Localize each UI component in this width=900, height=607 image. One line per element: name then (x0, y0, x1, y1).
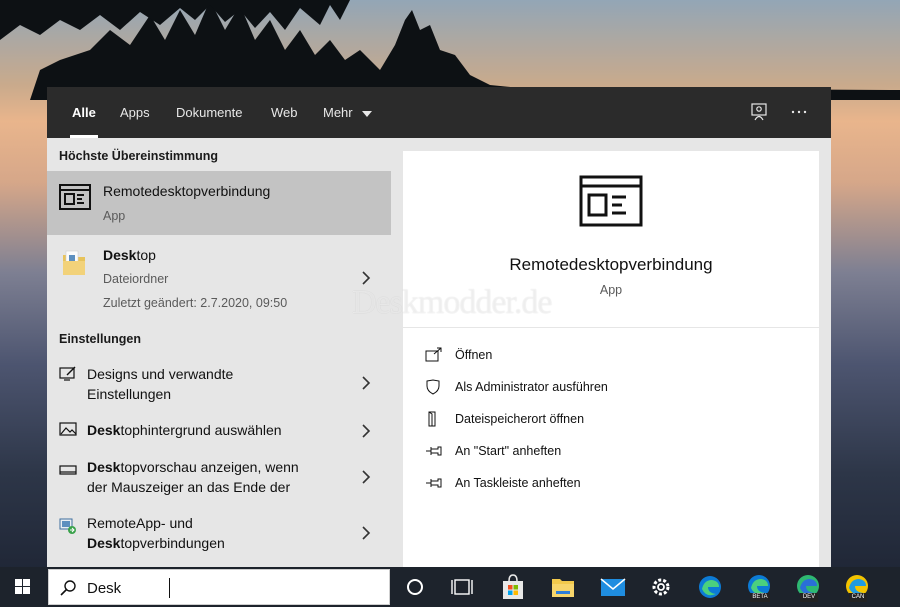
chevron-right-icon[interactable] (359, 470, 373, 484)
shield-icon (426, 379, 440, 395)
desktop-folder-item[interactable]: Desktop Dateiordner Zuletzt geändert: 2.… (47, 235, 391, 315)
settings-item-peek-label: Desktopvorschau anzeigen, wenn der Mausz… (87, 457, 337, 497)
action-open-file-location-label: Dateispeicherort öffnen (455, 412, 585, 426)
desktop-folder-title: Desktop (103, 247, 156, 263)
desktop-folder-type: Dateiordner (103, 272, 169, 286)
taskbar: BETA DEV CAN (0, 567, 900, 607)
open-icon (425, 347, 442, 362)
edge-dev-app[interactable]: DEV (792, 571, 824, 603)
tab-mehr[interactable]: Mehr (323, 87, 373, 138)
action-pin-to-taskbar-label: An Taskleiste anheften (455, 476, 581, 490)
remote-desktop-icon (579, 175, 643, 227)
preview-pane: Remotedesktopverbindung App Öffnen Als A… (403, 151, 819, 567)
best-match-heading: Höchste Übereinstimmung (59, 149, 219, 163)
settings-heading: Einstellungen (59, 332, 141, 346)
settings-item-designs-line1: Designs und verwandte (87, 366, 234, 382)
action-pin-to-start-label: An "Start" anheften (455, 444, 562, 458)
chevron-down-icon (362, 110, 373, 117)
edge-beta-app[interactable]: BETA (743, 571, 775, 603)
text-caret (169, 578, 170, 598)
settings-item-remoteapp-rest: topverbindungen (120, 535, 225, 551)
preview-subtitle: App (599, 283, 623, 297)
settings-item-remoteapp[interactable]: RemoteApp- und Desktopverbindungen (47, 508, 391, 560)
tab-mehr-label: Mehr (323, 105, 353, 120)
file-location-icon (428, 411, 436, 427)
folder-icon (63, 250, 85, 275)
settings-item-peek-rest: topvorschau anzeigen, wenn (120, 459, 299, 475)
mail-icon[interactable] (597, 571, 629, 603)
action-run-as-admin-label: Als Administrator ausführen (455, 380, 608, 394)
store-icon[interactable] (497, 571, 529, 603)
pin-icon (426, 446, 442, 456)
chevron-right-icon[interactable] (359, 424, 373, 438)
tab-alle[interactable]: Alle (70, 87, 98, 138)
task-view-icon[interactable] (446, 571, 478, 603)
tab-apps[interactable]: Apps (120, 87, 150, 138)
feedback-icon[interactable] (749, 102, 769, 122)
best-match-title: Remotedesktopverbindung (103, 183, 271, 199)
desktop-folder-modified: Zuletzt geändert: 2.7.2020, 09:50 (103, 296, 288, 310)
desktop-folder-title-match: Desk (103, 247, 137, 263)
edge-beta-badge: BETA (750, 593, 770, 602)
settings-item-designs-label: Designs und verwandte Einstellungen (87, 364, 337, 404)
desktop-folder-title-rest: top (136, 247, 156, 263)
settings-item-peek[interactable]: Desktopvorschau anzeigen, wenn der Mausz… (47, 452, 391, 504)
settings-item-peek-line1: Desktopvorschau anzeigen, wenn (87, 457, 337, 477)
best-match-item[interactable]: Remotedesktopverbindung App (47, 171, 391, 235)
edge-dev-badge: DEV (800, 593, 818, 602)
edge-canary-app[interactable]: CAN (841, 571, 873, 603)
divider (403, 327, 819, 328)
personalize-icon (59, 366, 76, 381)
search-icon (60, 580, 76, 596)
chevron-right-icon[interactable] (359, 376, 373, 390)
settings-icon[interactable] (645, 571, 677, 603)
settings-item-designs[interactable]: Designs und verwandte Einstellungen (47, 356, 391, 408)
settings-item-background[interactable]: Desktophintergrund auswählen (47, 412, 391, 448)
more-options-icon[interactable] (789, 102, 809, 122)
settings-item-remoteapp-line1: RemoteApp- und (87, 515, 193, 531)
edge-icon[interactable] (694, 571, 726, 603)
settings-item-remoteapp-match: Desk (87, 535, 121, 551)
settings-item-background-match: Desk (87, 422, 121, 438)
results-list: Höchste Übereinstimmung Remotedesktopver… (47, 138, 391, 567)
edge-canary-badge: CAN (849, 593, 867, 602)
settings-item-background-label: Desktophintergrund auswählen (87, 420, 337, 440)
settings-item-designs-line2: Einstellungen (87, 386, 172, 402)
settings-item-background-rest: tophintergrund auswählen (120, 422, 282, 438)
search-tabs-bar: Alle Apps Dokumente Web Mehr (47, 87, 831, 138)
desktop-wallpaper-trees (0, 0, 900, 100)
cortana-icon[interactable] (399, 571, 431, 603)
tab-web[interactable]: Web (271, 87, 298, 138)
settings-item-peek-line2: der Mauszeiger an das Ende der (87, 479, 291, 495)
windows-start-icon[interactable] (0, 567, 47, 607)
action-open-label: Öffnen (455, 348, 493, 362)
best-match-subtitle: App (103, 209, 126, 223)
picture-icon (59, 422, 77, 436)
preview-title: Remotedesktopverbindung (509, 255, 713, 274)
remote-desktop-icon (59, 184, 91, 210)
settings-item-peek-match: Desk (87, 459, 121, 475)
chevron-right-icon[interactable] (359, 271, 373, 285)
tab-dokumente[interactable]: Dokumente (176, 87, 242, 138)
settings-item-remoteapp-line2: Desktopverbindungen (87, 533, 337, 553)
taskbar-search[interactable] (48, 569, 390, 605)
settings-item-remoteapp-label: RemoteApp- und Desktopverbindungen (87, 513, 337, 553)
chevron-right-icon[interactable] (359, 526, 373, 540)
pin-icon (426, 478, 442, 488)
search-panel: Alle Apps Dokumente Web Mehr Höchste Übe… (47, 87, 831, 567)
remoteapp-icon (59, 518, 76, 534)
search-input[interactable] (87, 576, 377, 600)
taskbar-icon (59, 465, 77, 475)
file-explorer-icon[interactable] (547, 571, 579, 603)
